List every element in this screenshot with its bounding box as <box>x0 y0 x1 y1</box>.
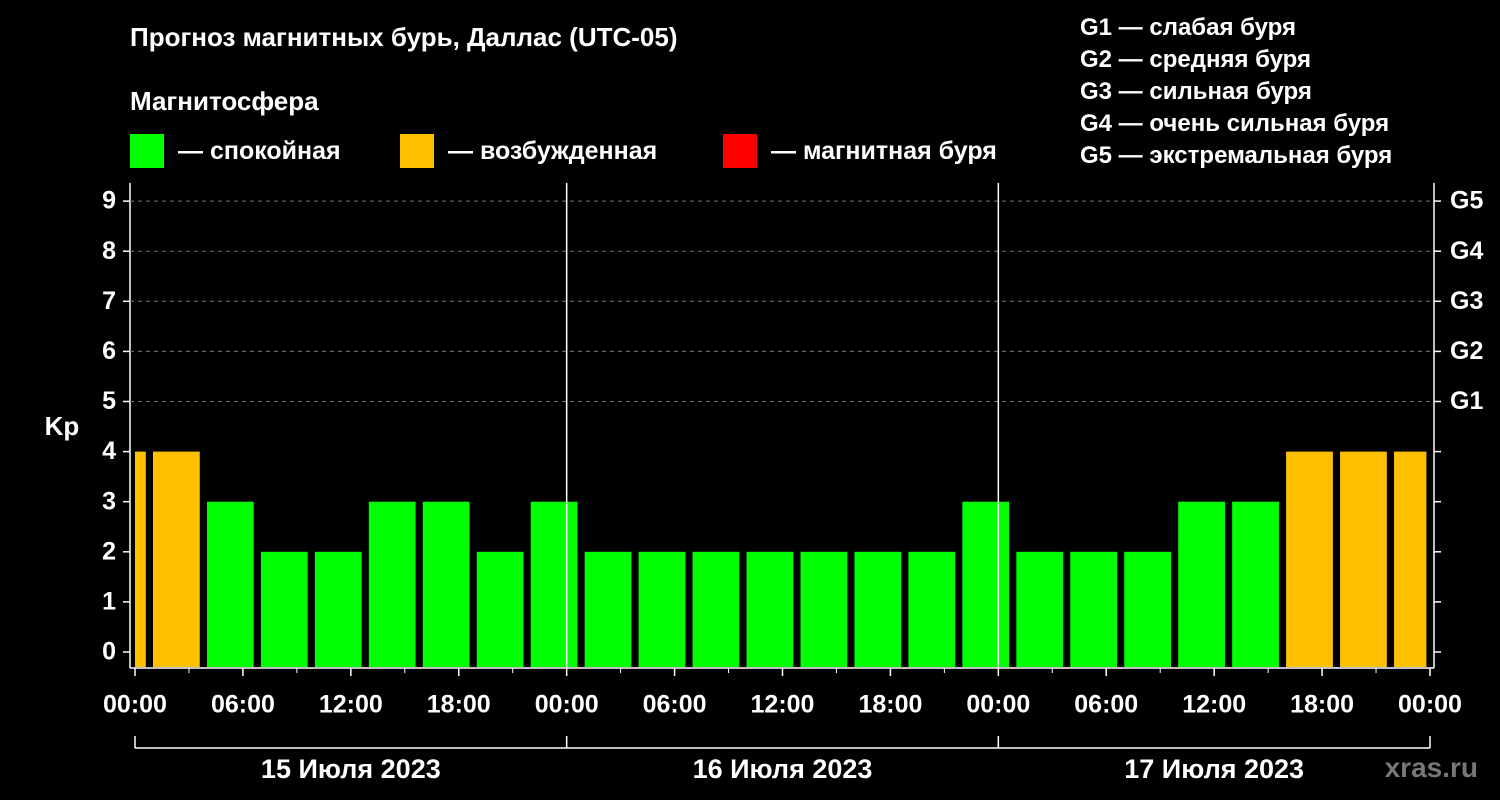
kp-bar <box>800 551 848 667</box>
kp-bar <box>1394 451 1427 667</box>
kp-bar <box>1070 551 1118 667</box>
kp-bar <box>314 551 362 667</box>
kp-bar <box>206 501 254 667</box>
y-tick-label: 1 <box>102 588 116 616</box>
kp-bar <box>530 501 578 667</box>
kp-chart: 0 1 2 3 4 5 6 7 8 9 G1 G2 G3 G4 G5 Kp 00:00 06:00 12:00 18:… <box>45 183 1483 784</box>
kp-bar <box>135 451 146 667</box>
x-tick-label: 00:00 <box>1398 691 1462 719</box>
day-label: 15 Июля 2023 <box>261 754 441 784</box>
g-level-label: G2 <box>1450 337 1483 365</box>
y-tick-label: 7 <box>102 287 116 315</box>
x-tick-label: 00:00 <box>535 691 599 719</box>
kp-bar <box>260 551 308 667</box>
x-tick-label: 12:00 <box>1182 691 1246 719</box>
kp-bar <box>368 501 416 667</box>
kp-bar <box>692 551 740 667</box>
g-level-label: G1 <box>1450 387 1483 415</box>
y-tick-label: 4 <box>102 437 116 465</box>
x-tick-label: 06:00 <box>643 691 707 719</box>
kp-bar <box>152 451 200 667</box>
y-tick-label: 5 <box>102 387 116 415</box>
y-axis-label: Kp <box>45 411 80 441</box>
g-level-label: G5 <box>1450 187 1483 215</box>
watermark: xras.ru <box>1384 752 1478 783</box>
kp-bar <box>1178 501 1225 667</box>
x-tick-label: 18:00 <box>1290 691 1354 719</box>
y-tick-label: 0 <box>102 638 116 666</box>
kp-bar <box>1124 551 1171 667</box>
x-tick-label: 00:00 <box>966 691 1030 719</box>
x-tick-label: 06:00 <box>1074 691 1138 719</box>
y-tick-label: 3 <box>102 487 116 515</box>
kp-bar <box>584 551 632 667</box>
kp-bar <box>638 551 686 667</box>
day-label: 16 Июля 2023 <box>693 754 873 784</box>
y-tick-label: 8 <box>102 237 116 265</box>
kp-bar <box>476 551 524 667</box>
kp-bar <box>746 551 794 667</box>
kp-bar <box>422 501 470 667</box>
kp-bar <box>962 501 1010 667</box>
x-tick-label: 00:00 <box>103 691 167 719</box>
kp-bar <box>854 551 902 667</box>
y-tick-label: 6 <box>102 337 116 365</box>
kp-bar <box>1286 451 1333 667</box>
g-level-label: G4 <box>1450 237 1483 265</box>
g-level-label: G3 <box>1450 287 1483 315</box>
y-tick-label: 2 <box>102 537 116 565</box>
y-tick-label: 9 <box>102 187 116 215</box>
kp-bar <box>1016 551 1064 667</box>
x-tick-label: 18:00 <box>858 691 922 719</box>
x-tick-label: 06:00 <box>211 691 275 719</box>
x-tick-label: 18:00 <box>427 691 491 719</box>
day-label: 17 Июля 2023 <box>1124 754 1304 784</box>
kp-bar <box>1232 501 1279 667</box>
kp-bar <box>908 551 956 667</box>
kp-bar <box>1340 451 1387 667</box>
x-tick-label: 12:00 <box>751 691 815 719</box>
x-tick-label: 12:00 <box>319 691 383 719</box>
